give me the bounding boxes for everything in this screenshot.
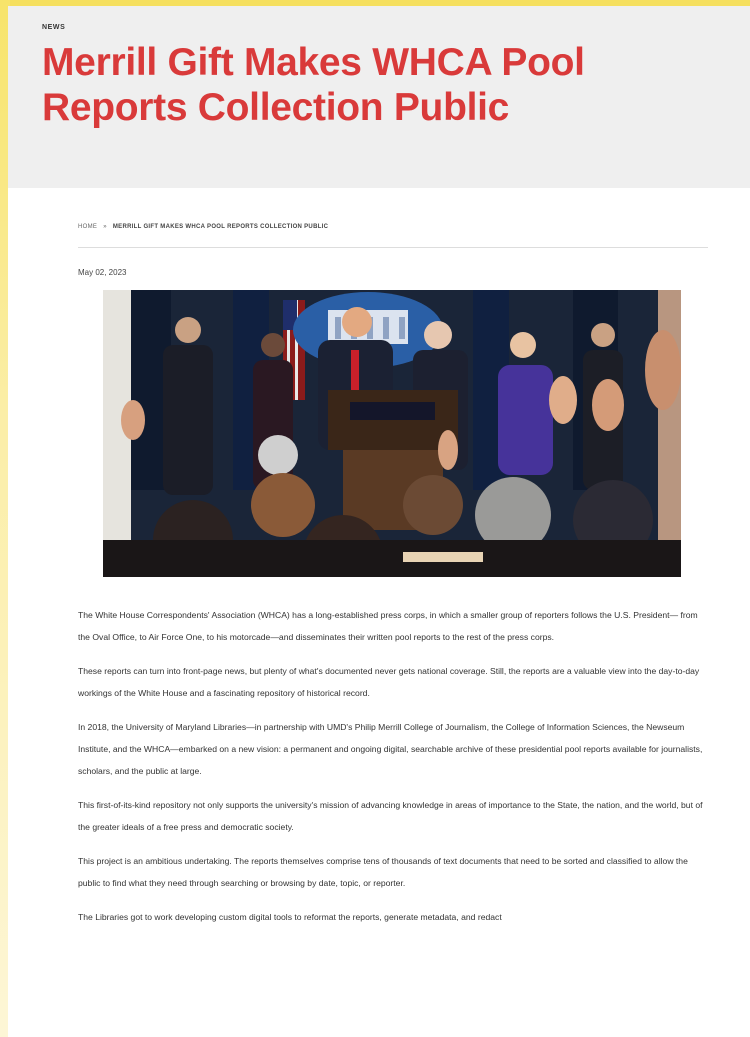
article-paragraph: The White House Correspondents' Associat… (78, 610, 698, 642)
article-paragraph: This project is an ambitious undertaking… (78, 856, 688, 888)
article-body: The White House Correspondents' Associat… (78, 604, 710, 940)
divider (78, 247, 708, 248)
breadcrumb-separator: » (103, 224, 107, 230)
article-paragraph: This first-of-its-kind repository not on… (78, 800, 703, 832)
article-date: May 02, 2023 (78, 268, 127, 277)
article-paragraph: The Libraries got to work developing cus… (78, 912, 502, 922)
page-title: Merrill Gift Makes WHCA Pool Reports Col… (42, 41, 585, 129)
article-header: NEWS Merrill Gift Makes WHCA Pool Report… (8, 6, 750, 188)
article-page: NEWS Merrill Gift Makes WHCA Pool Report… (8, 6, 750, 1037)
breadcrumb-home-link[interactable]: HOME (78, 224, 97, 230)
breadcrumb: HOME » MERRILL GIFT MAKES WHCA POOL REPO… (78, 224, 328, 230)
category-label[interactable]: NEWS (42, 24, 65, 31)
breadcrumb-current: MERRILL GIFT MAKES WHCA POOL REPORTS COL… (112, 224, 329, 230)
article-photo (103, 290, 681, 577)
article-paragraph: These reports can turn into front-page n… (78, 666, 700, 698)
article-paragraph: In 2018, the University of Maryland Libr… (78, 722, 703, 776)
